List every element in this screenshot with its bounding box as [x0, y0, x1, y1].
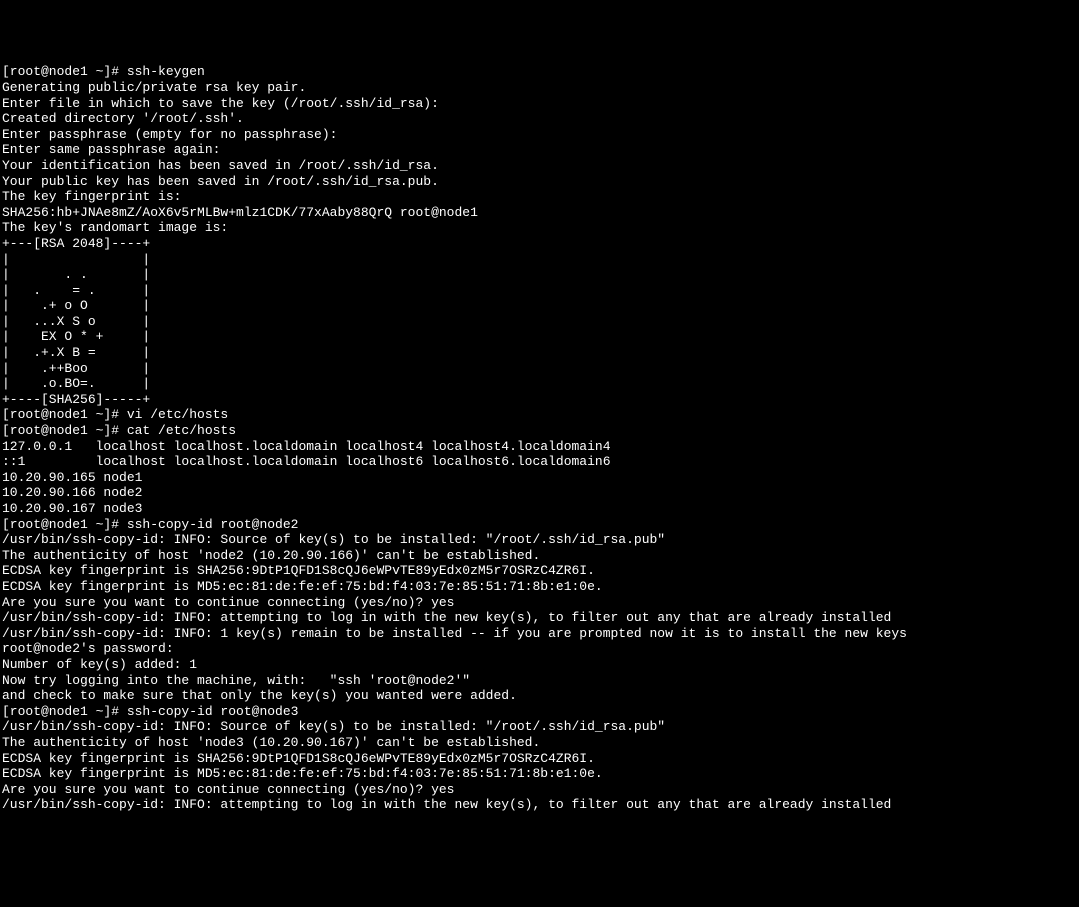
terminal-line: | .++Boo |: [2, 361, 1077, 377]
terminal-line: ECDSA key fingerprint is MD5:ec:81:de:fe…: [2, 579, 1077, 595]
terminal-line: | . = . |: [2, 283, 1077, 299]
terminal-line: | .o.BO=. |: [2, 376, 1077, 392]
terminal-line: ::1 localhost localhost.localdomain loca…: [2, 454, 1077, 470]
terminal-line: Now try logging into the machine, with: …: [2, 673, 1077, 689]
terminal-line: 10.20.90.165 node1: [2, 470, 1077, 486]
terminal-line: | ...X S o |: [2, 314, 1077, 330]
terminal-line: Your public key has been saved in /root/…: [2, 174, 1077, 190]
terminal-line: Generating public/private rsa key pair.: [2, 80, 1077, 96]
terminal-line: The key fingerprint is:: [2, 189, 1077, 205]
terminal-line: Enter passphrase (empty for no passphras…: [2, 127, 1077, 143]
terminal-line: +----[SHA256]-----+: [2, 392, 1077, 408]
terminal-line: [root@node1 ~]# ssh-keygen: [2, 64, 1077, 80]
terminal-line: | |: [2, 252, 1077, 268]
terminal-line: ECDSA key fingerprint is SHA256:9DtP1QFD…: [2, 751, 1077, 767]
terminal-line: [root@node1 ~]# ssh-copy-id root@node3: [2, 704, 1077, 720]
terminal-line: The authenticity of host 'node2 (10.20.9…: [2, 548, 1077, 564]
terminal-output[interactable]: [root@node1 ~]# ssh-keygenGenerating pub…: [2, 64, 1077, 829]
terminal-line: and check to make sure that only the key…: [2, 688, 1077, 704]
terminal-line: SHA256:hb+JNAe8mZ/AoX6v5rMLBw+mlz1CDK/77…: [2, 205, 1077, 221]
terminal-line: The key's randomart image is:: [2, 220, 1077, 236]
terminal-line: [root@node1 ~]# ssh-copy-id root@node2: [2, 517, 1077, 533]
terminal-line: Your identification has been saved in /r…: [2, 158, 1077, 174]
terminal-line: 10.20.90.167 node3: [2, 501, 1077, 517]
terminal-line: /usr/bin/ssh-copy-id: INFO: attempting t…: [2, 797, 1077, 813]
terminal-line: The authenticity of host 'node3 (10.20.9…: [2, 735, 1077, 751]
terminal-line: /usr/bin/ssh-copy-id: INFO: Source of ke…: [2, 719, 1077, 735]
terminal-line: 127.0.0.1 localhost localhost.localdomai…: [2, 439, 1077, 455]
terminal-line: [root@node1 ~]# vi /etc/hosts: [2, 407, 1077, 423]
terminal-line: /usr/bin/ssh-copy-id: INFO: attempting t…: [2, 610, 1077, 626]
terminal-line: | EX O * + |: [2, 329, 1077, 345]
terminal-line: Are you sure you want to continue connec…: [2, 595, 1077, 611]
terminal-line: /usr/bin/ssh-copy-id: INFO: 1 key(s) rem…: [2, 626, 1077, 642]
terminal-line: Are you sure you want to continue connec…: [2, 782, 1077, 798]
terminal-line: /usr/bin/ssh-copy-id: INFO: Source of ke…: [2, 532, 1077, 548]
terminal-line: ECDSA key fingerprint is SHA256:9DtP1QFD…: [2, 563, 1077, 579]
terminal-line: | .+.X B = |: [2, 345, 1077, 361]
terminal-line: [root@node1 ~]# cat /etc/hosts: [2, 423, 1077, 439]
terminal-line: root@node2's password:: [2, 641, 1077, 657]
terminal-line: ECDSA key fingerprint is MD5:ec:81:de:fe…: [2, 766, 1077, 782]
terminal-line: +---[RSA 2048]----+: [2, 236, 1077, 252]
terminal-line: Enter file in which to save the key (/ro…: [2, 96, 1077, 112]
terminal-line: 10.20.90.166 node2: [2, 485, 1077, 501]
terminal-line: | .+ o O |: [2, 298, 1077, 314]
terminal-line: | . . |: [2, 267, 1077, 283]
terminal-line: Enter same passphrase again:: [2, 142, 1077, 158]
terminal-line: Number of key(s) added: 1: [2, 657, 1077, 673]
terminal-line: Created directory '/root/.ssh'.: [2, 111, 1077, 127]
